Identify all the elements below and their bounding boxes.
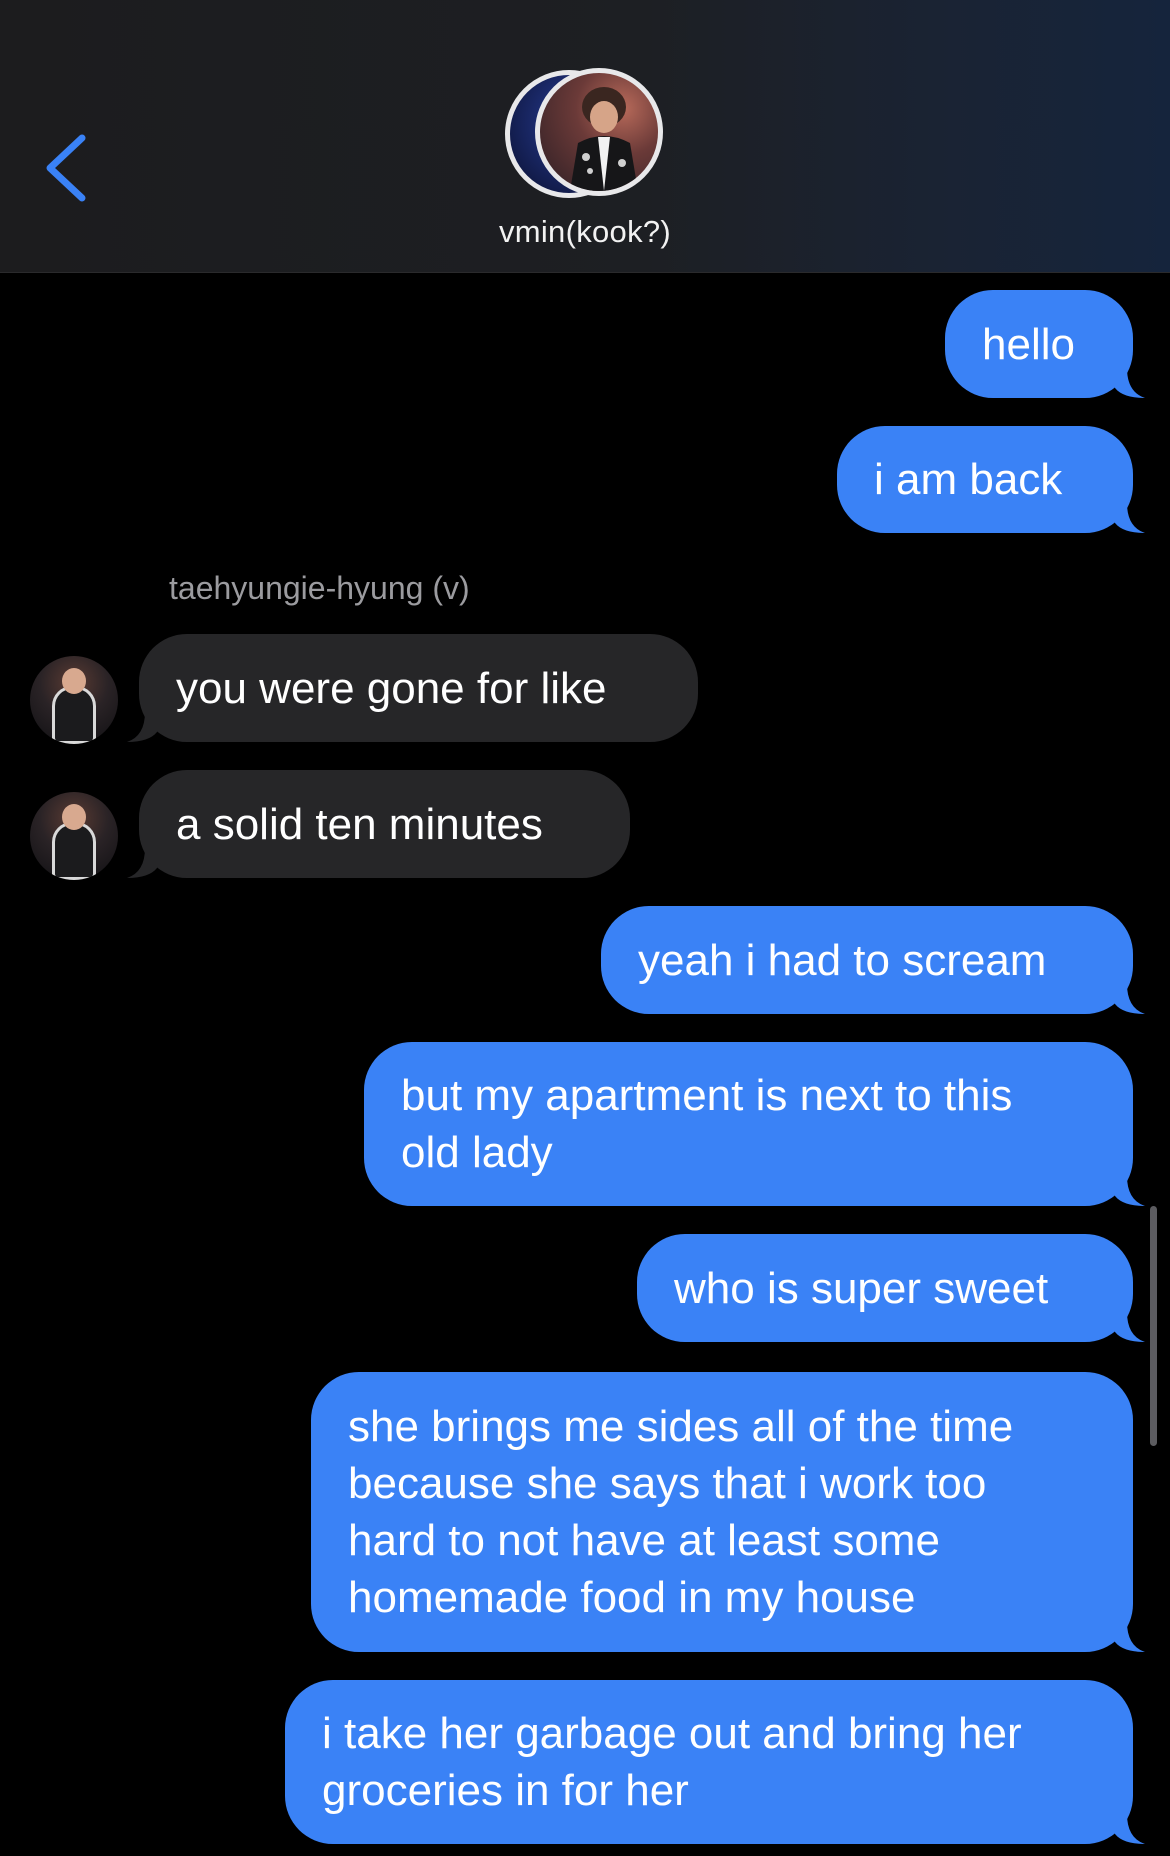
- message-text-line: i am back: [874, 455, 1063, 504]
- bubble-tail: [1115, 503, 1145, 533]
- sender-avatar[interactable]: [30, 792, 118, 880]
- sender-name: taehyungie-hyung (v): [169, 570, 470, 606]
- message-text-line: old lady: [401, 1128, 553, 1177]
- bubble-tail: [1115, 1622, 1145, 1652]
- sent-message-bubble[interactable]: i am back: [837, 426, 1145, 533]
- back-button[interactable]: [40, 120, 100, 210]
- chevron-left-icon: [46, 134, 86, 202]
- bubble-tail: [1115, 1814, 1145, 1844]
- received-message-bubble[interactable]: a solid ten minutes: [127, 770, 630, 878]
- conversation-title[interactable]: vmin(kook?): [0, 214, 1170, 250]
- sent-message-bubble[interactable]: she brings me sides all of the time becau…: [311, 1372, 1145, 1652]
- received-message-bubble[interactable]: you were gone for like: [127, 634, 698, 742]
- bubble-tail: [1115, 1176, 1145, 1206]
- message-text-line: hello: [982, 319, 1075, 369]
- message-text-line: groceries in for her: [322, 1766, 689, 1815]
- sent-message-bubble[interactable]: but my apartment is next to this old lady: [364, 1042, 1145, 1206]
- message-text-line: because she says that i work too: [348, 1459, 987, 1508]
- message-text-line: a solid ten minutes: [176, 799, 543, 849]
- avatar-figure: [52, 686, 96, 744]
- bubble-tail: [127, 848, 157, 878]
- sent-message-bubble[interactable]: who is super sweet: [637, 1234, 1145, 1342]
- message-text-line: homemade food in my house: [348, 1573, 916, 1622]
- bubble-tail: [1115, 368, 1145, 398]
- avatar-face: [62, 668, 86, 694]
- sent-message-bubble[interactable]: yeah i had to scream: [601, 906, 1145, 1014]
- message-text-line: hard to not have at least some: [348, 1516, 940, 1565]
- group-avatar[interactable]: [505, 68, 665, 198]
- scrollbar[interactable]: [1150, 1206, 1157, 1446]
- bubble-tail: [1115, 1312, 1145, 1342]
- message-text-line: yeah i had to scream: [638, 935, 1047, 985]
- message-text-line: who is super sweet: [674, 1263, 1049, 1313]
- sent-message-bubble[interactable]: i take her garbage out and bring her groc…: [285, 1680, 1145, 1844]
- group-avatar-member: [535, 68, 663, 196]
- avatar-figure: [52, 822, 96, 880]
- sent-message-bubble[interactable]: hello: [945, 290, 1145, 398]
- message-text-line: i take her garbage out and bring her: [322, 1709, 1022, 1758]
- message-text-line: you were gone for like: [176, 663, 607, 713]
- message-text-line: she brings me sides all of the time: [348, 1402, 1014, 1451]
- message-text-line: but my apartment is next to this: [401, 1071, 1013, 1120]
- bubble-tail: [1115, 984, 1145, 1014]
- conversation-header: vmin(kook?): [0, 0, 1170, 273]
- sender-avatar[interactable]: [30, 656, 118, 744]
- avatar-face: [62, 804, 86, 830]
- bubble-tail: [127, 712, 157, 742]
